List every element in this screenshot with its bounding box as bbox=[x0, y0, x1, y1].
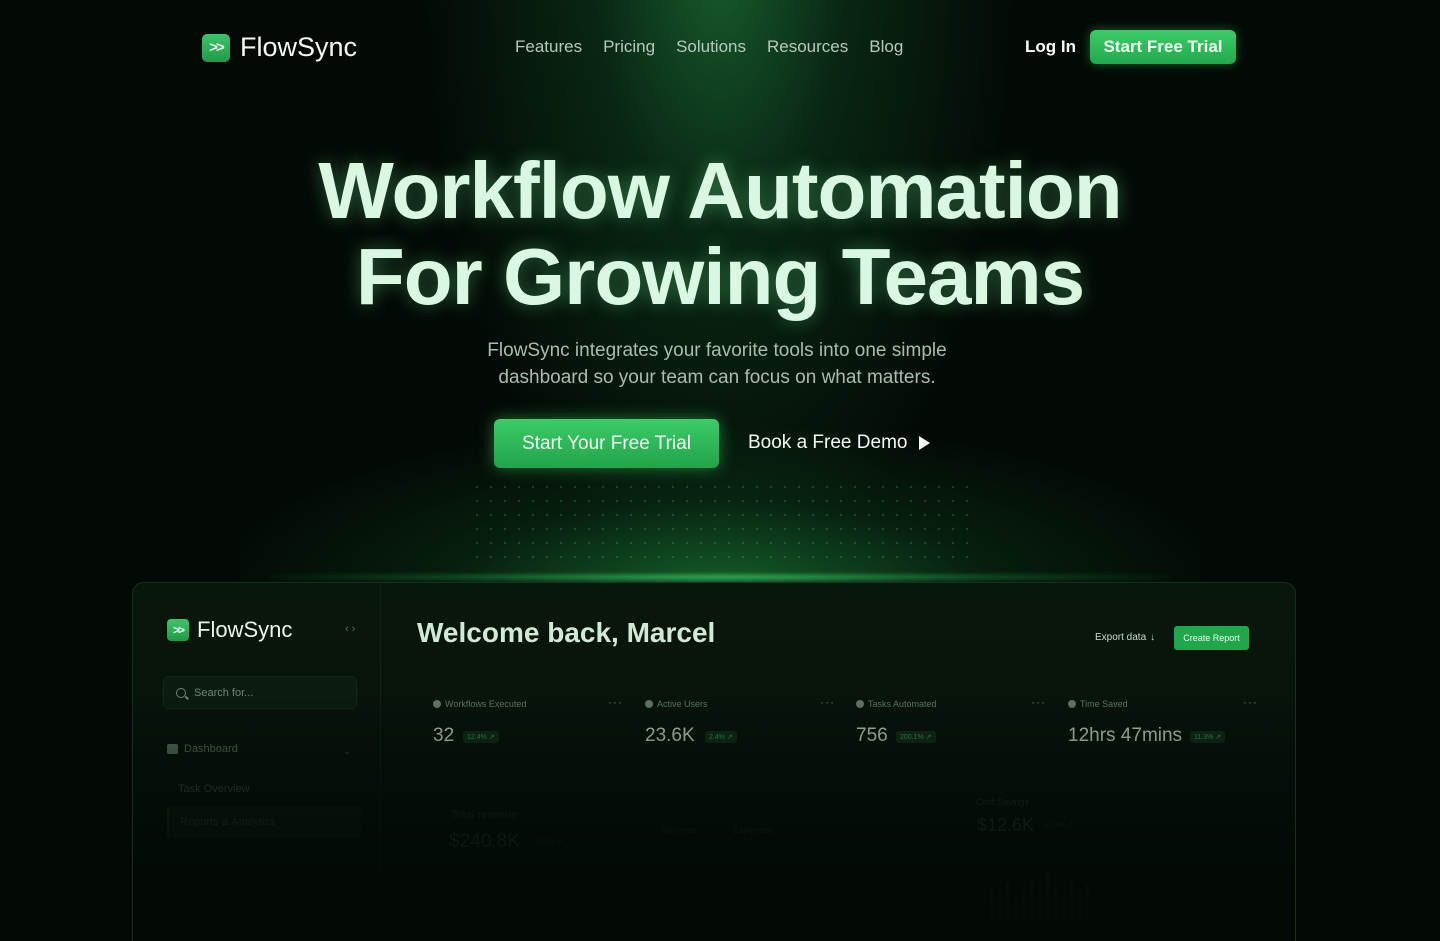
nav-link-pricing[interactable]: Pricing bbox=[603, 37, 655, 57]
stat-card-time-saved: Time Saved ··· 12hrs 47mins 11.3% ↗ bbox=[1068, 683, 1258, 753]
cost-savings-sparkline bbox=[990, 869, 1089, 919]
dashboard-preview: >> FlowSync ‹ › Search for... Dashboard … bbox=[132, 582, 1296, 941]
hero-subtitle-line-1: FlowSync integrates your favorite tools … bbox=[487, 340, 947, 361]
stat-label: Time Saved bbox=[1068, 699, 1128, 709]
stat-label: Active Users bbox=[645, 699, 708, 709]
hero-subtitle: FlowSync integrates your favorite tools … bbox=[470, 337, 964, 391]
book-demo-label: Book a Free Demo bbox=[748, 432, 908, 453]
sparkline-bar bbox=[1038, 895, 1041, 919]
sparkline-bar bbox=[998, 897, 1001, 919]
sparkline-bar bbox=[1062, 899, 1065, 919]
revenue-badge: 24.6% ↗ bbox=[535, 839, 563, 846]
export-data-button[interactable]: Export data ↓ bbox=[1095, 632, 1155, 643]
nav-links: Features Pricing Solutions Resources Blo… bbox=[515, 37, 903, 57]
sidebar-brand-name: FlowSync bbox=[197, 617, 293, 642]
sidebar-search[interactable]: Search for... bbox=[163, 676, 357, 709]
start-your-free-trial-button[interactable]: Start Your Free Trial bbox=[494, 419, 719, 468]
brand-logo[interactable]: >> FlowSync bbox=[202, 32, 357, 63]
top-nav: >> FlowSync Features Pricing Solutions R… bbox=[0, 0, 1440, 95]
sidebar-item-label: Dashboard bbox=[184, 743, 238, 755]
more-icon[interactable]: ··· bbox=[820, 695, 835, 709]
stat-badge: 11.3% ↗ bbox=[1190, 731, 1226, 743]
stat-label-text: Workflows Executed bbox=[445, 699, 527, 709]
sparkline-bar bbox=[1086, 885, 1089, 919]
dot-pattern bbox=[470, 480, 970, 570]
sparkline-bar bbox=[1022, 891, 1025, 919]
nav-link-resources[interactable]: Resources bbox=[767, 37, 848, 57]
login-link[interactable]: Log In bbox=[1025, 37, 1076, 57]
stat-card-tasks-automated: Tasks Automated ··· 756 200.1% ↗ bbox=[856, 683, 1046, 753]
revenue-label: Total revenue bbox=[451, 809, 518, 821]
double-chevron-right-icon: >> bbox=[167, 619, 189, 641]
sparkline-bar bbox=[1070, 881, 1073, 919]
book-demo-button[interactable]: Book a Free Demo bbox=[748, 432, 931, 454]
stat-value: 32 bbox=[433, 725, 455, 746]
sidebar-item-reports[interactable]: Reports & Analytics bbox=[167, 806, 361, 838]
stat-card-active-users: Active Users ··· 23.6K 2.4% ↗ bbox=[645, 683, 835, 753]
user-icon bbox=[645, 700, 653, 708]
dashboard-glow-line bbox=[270, 574, 1170, 580]
sparkline-bar bbox=[1030, 879, 1033, 919]
sidebar-item-task-overview[interactable]: Task Overview bbox=[178, 783, 250, 795]
stat-value: 12hrs 47mins bbox=[1068, 725, 1183, 746]
arrow-down-icon: ↓ bbox=[1150, 632, 1156, 643]
sparkline-bar bbox=[990, 889, 993, 919]
stat-label: Workflows Executed bbox=[433, 699, 526, 709]
revenue-value: $240.8K bbox=[449, 831, 520, 852]
start-free-trial-button[interactable]: Start Free Trial bbox=[1090, 30, 1236, 64]
search-placeholder: Search for... bbox=[194, 686, 254, 699]
stat-label-text: Active Users bbox=[657, 699, 708, 709]
hero-title-line-2: For Growing Teams bbox=[355, 232, 1085, 321]
sparkline-bar bbox=[1014, 901, 1017, 919]
cost-savings-label: Cost Savings bbox=[976, 797, 1030, 807]
sidebar-item-dashboard[interactable]: Dashboard bbox=[167, 743, 238, 755]
cost-savings-badge: 23.4% ↗ bbox=[1045, 822, 1073, 829]
more-icon[interactable]: ··· bbox=[608, 695, 623, 709]
sparkline-bar bbox=[1078, 893, 1081, 919]
collapse-sidebar-icon[interactable]: ‹ › bbox=[345, 623, 355, 635]
stat-value: 756 bbox=[856, 725, 888, 746]
create-report-button[interactable]: Create Report bbox=[1174, 626, 1249, 650]
chevron-down-icon: ⌄ bbox=[343, 746, 352, 757]
stat-label: Tasks Automated bbox=[856, 699, 937, 709]
stat-label-text: Tasks Automated bbox=[868, 699, 937, 709]
stat-value: 23.6K bbox=[645, 725, 695, 746]
nav-link-solutions[interactable]: Solutions bbox=[676, 37, 746, 57]
more-icon[interactable]: ··· bbox=[1031, 695, 1046, 709]
star-icon bbox=[1068, 700, 1076, 708]
double-chevron-right-icon: >> bbox=[202, 33, 230, 62]
sparkline-bar bbox=[1006, 883, 1009, 919]
eye-icon bbox=[433, 700, 441, 708]
sparkline-bar bbox=[1046, 873, 1049, 919]
home-icon bbox=[167, 744, 178, 754]
brand-name: FlowSync bbox=[240, 32, 358, 62]
nav-link-features[interactable]: Features bbox=[515, 37, 582, 57]
export-data-label: Export data bbox=[1095, 632, 1147, 643]
sidebar-logo[interactable]: >> FlowSync bbox=[167, 617, 292, 643]
nav-link-blog[interactable]: Blog bbox=[869, 37, 903, 57]
cost-savings-value: $12.6K bbox=[977, 815, 1035, 835]
search-icon bbox=[176, 687, 186, 698]
dashboard-sidebar: >> FlowSync ‹ › Search for... Dashboard … bbox=[133, 583, 381, 941]
sparkline-bar bbox=[1054, 887, 1057, 919]
legend-expenses: Expenses bbox=[733, 825, 773, 835]
more-icon[interactable]: ··· bbox=[1243, 695, 1258, 709]
welcome-heading: Welcome back, Marcel bbox=[417, 617, 716, 648]
stat-badge: 200.1% ↗ bbox=[896, 731, 936, 743]
stat-badge: 12.4% ↗ bbox=[463, 731, 499, 743]
legend-revenue: Revenue bbox=[661, 825, 698, 835]
gear-icon bbox=[856, 700, 864, 708]
hero-title: Workflow Automation For Growing Teams bbox=[0, 148, 1440, 320]
play-icon bbox=[919, 436, 931, 450]
stat-badge: 2.4% ↗ bbox=[705, 731, 737, 743]
stat-label-text: Time Saved bbox=[1080, 699, 1128, 709]
stat-card-workflows: Workflows Executed ··· 32 12.4% ↗ bbox=[433, 683, 623, 753]
hero-subtitle-line-2: dashboard so your team can focus on what… bbox=[498, 367, 936, 388]
hero-title-line-1: Workflow Automation bbox=[318, 146, 1122, 235]
